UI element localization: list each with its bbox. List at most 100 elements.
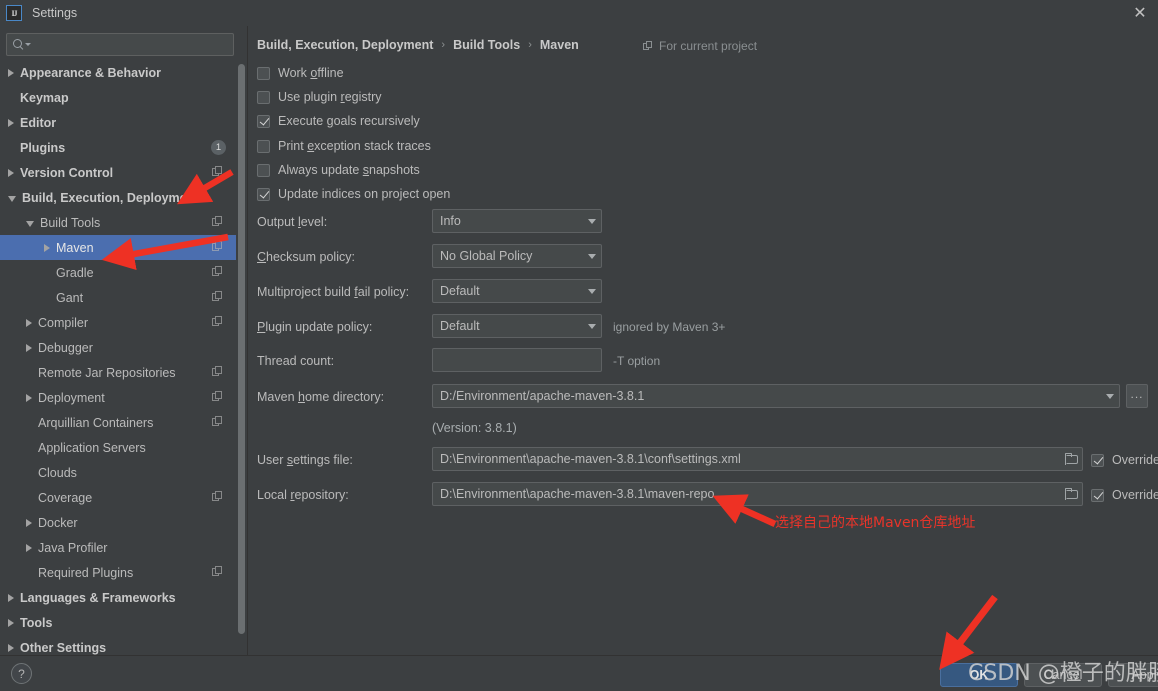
chevron-right-icon[interactable] xyxy=(26,393,32,402)
settings-tree[interactable]: Appearance & Behavior Keymap Editor Plugins… xyxy=(0,60,236,655)
sidebar-item-build-execution-deployment[interactable]: Build, Execution, Deployment xyxy=(0,185,236,210)
checkbox-icon[interactable] xyxy=(257,187,270,201)
user-settings-override-checkbox[interactable]: Override xyxy=(1091,453,1158,467)
sidebar-item-languages-frameworks[interactable]: Languages & Frameworks xyxy=(0,585,236,610)
ok-button[interactable]: OK xyxy=(940,663,1018,687)
sidebar-item-required-plugins[interactable]: Required Plugins xyxy=(0,560,236,585)
chevron-right-icon[interactable] xyxy=(26,543,32,552)
folder-icon[interactable] xyxy=(1062,448,1082,470)
folder-icon[interactable] xyxy=(1062,483,1082,505)
maven-home-select[interactable]: D:/Environment/apache-maven-3.8.1 xyxy=(432,384,1120,408)
checkbox-icon[interactable] xyxy=(1091,453,1104,467)
chevron-down-icon[interactable] xyxy=(583,280,601,302)
copy-settings-icon xyxy=(643,40,654,52)
sidebar-scrollbar[interactable] xyxy=(236,60,247,655)
chevron-down-icon[interactable] xyxy=(1101,385,1119,407)
chevron-down-icon[interactable] xyxy=(583,210,601,232)
local-repository-override-checkbox[interactable]: Override xyxy=(1091,488,1158,502)
checkbox-execute-goals-recursively[interactable]: Execute goals recursively xyxy=(257,114,420,128)
sidebar-item-maven[interactable]: Maven xyxy=(0,235,236,260)
chevron-right-icon[interactable] xyxy=(44,243,50,252)
checkbox-use-plugin-registry[interactable]: Use plugin registry xyxy=(257,90,382,104)
sidebar-item-label: Gradle xyxy=(56,265,94,280)
sidebar-item-editor[interactable]: Editor xyxy=(0,110,236,135)
sidebar-item-debugger[interactable]: Debugger xyxy=(0,335,236,360)
checkbox-label: Always update snapshots xyxy=(278,163,420,177)
sidebar-item-other-settings[interactable]: Other Settings xyxy=(0,635,236,655)
checkbox-label: Print exception stack traces xyxy=(278,139,431,153)
copy-settings-icon[interactable] xyxy=(212,216,224,228)
chevron-right-icon[interactable] xyxy=(8,618,14,627)
breadcrumb-root[interactable]: Build, Execution, Deployment xyxy=(257,38,433,52)
copy-settings-icon[interactable] xyxy=(212,316,224,328)
chevron-right-icon[interactable] xyxy=(26,518,32,527)
chevron-right-icon[interactable] xyxy=(26,318,32,327)
checkbox-print-exception-stack-traces[interactable]: Print exception stack traces xyxy=(257,139,431,153)
chevron-down-icon[interactable] xyxy=(8,195,16,202)
chevron-right-icon[interactable] xyxy=(8,118,14,127)
plugin-update-policy-select[interactable]: Default xyxy=(432,314,602,338)
sidebar-item-version-control[interactable]: Version Control xyxy=(0,160,236,185)
breadcrumb-mid[interactable]: Build Tools xyxy=(453,38,520,52)
copy-settings-icon[interactable] xyxy=(212,241,224,253)
checkbox-icon[interactable] xyxy=(1091,488,1104,502)
checksum-policy-label: Checksum policy: xyxy=(257,250,355,264)
sidebar-item-build-tools[interactable]: Build Tools xyxy=(0,210,236,235)
sidebar-item-label: Remote Jar Repositories xyxy=(38,365,176,380)
sidebar-item-docker[interactable]: Docker xyxy=(0,510,236,535)
checkbox-icon[interactable] xyxy=(257,90,270,104)
close-icon[interactable]: ✕ xyxy=(1130,3,1150,23)
search-input[interactable] xyxy=(31,37,233,52)
checkbox-update-indices-on-project-open[interactable]: Update indices on project open xyxy=(257,187,450,201)
apply-button[interactable]: Apply xyxy=(1108,663,1158,687)
thread-count-input[interactable] xyxy=(432,348,602,372)
sidebar-item-arquillian-containers[interactable]: Arquillian Containers xyxy=(0,410,236,435)
copy-settings-icon[interactable] xyxy=(212,416,224,428)
checkbox-icon[interactable] xyxy=(257,114,270,128)
scrollbar-thumb[interactable] xyxy=(238,64,245,634)
output-level-select[interactable]: Info xyxy=(432,209,602,233)
user-settings-file-input[interactable]: D:\Environment\apache-maven-3.8.1\conf\s… xyxy=(432,447,1083,471)
checkbox-icon[interactable] xyxy=(257,139,270,153)
sidebar-item-clouds[interactable]: Clouds xyxy=(0,460,236,485)
checkbox-icon[interactable] xyxy=(257,66,270,80)
chevron-right-icon[interactable] xyxy=(8,643,14,652)
help-button[interactable]: ? xyxy=(11,663,32,684)
sidebar-item-coverage[interactable]: Coverage xyxy=(0,485,236,510)
copy-settings-icon[interactable] xyxy=(212,491,224,503)
checkbox-work-offline[interactable]: Work offline xyxy=(257,66,344,80)
copy-settings-icon[interactable] xyxy=(212,266,224,278)
sidebar-item-remote-jar-repositories[interactable]: Remote Jar Repositories xyxy=(0,360,236,385)
copy-settings-icon[interactable] xyxy=(212,566,224,578)
checkbox-always-update-snapshots[interactable]: Always update snapshots xyxy=(257,163,420,177)
copy-settings-icon[interactable] xyxy=(212,391,224,403)
chevron-right-icon[interactable] xyxy=(8,168,14,177)
chevron-down-icon[interactable] xyxy=(26,220,34,227)
sidebar-item-gradle[interactable]: Gradle xyxy=(0,260,236,285)
copy-settings-icon[interactable] xyxy=(212,166,224,178)
chevron-down-icon[interactable] xyxy=(583,315,601,337)
multiproject-fail-policy-select[interactable]: Default xyxy=(432,279,602,303)
search-box[interactable] xyxy=(6,33,234,56)
sidebar-item-appearance-behavior[interactable]: Appearance & Behavior xyxy=(0,60,236,85)
sidebar-item-compiler[interactable]: Compiler xyxy=(0,310,236,335)
sidebar-item-keymap[interactable]: Keymap xyxy=(0,85,236,110)
copy-settings-icon[interactable] xyxy=(212,366,224,378)
sidebar-item-gant[interactable]: Gant xyxy=(0,285,236,310)
sidebar-item-tools[interactable]: Tools xyxy=(0,610,236,635)
copy-settings-icon[interactable] xyxy=(212,291,224,303)
maven-home-browse-button[interactable]: ... xyxy=(1126,384,1148,408)
chevron-right-icon[interactable] xyxy=(8,68,14,77)
sidebar-item-application-servers[interactable]: Application Servers xyxy=(0,435,236,460)
sidebar-item-plugins[interactable]: Plugins 1 xyxy=(0,135,236,160)
cancel-button[interactable]: Cancel xyxy=(1024,663,1102,687)
chevron-right-icon[interactable] xyxy=(26,343,32,352)
chevron-right-icon[interactable] xyxy=(8,593,14,602)
chevron-down-icon[interactable] xyxy=(583,245,601,267)
checkbox-icon[interactable] xyxy=(257,163,270,177)
window-title: Settings xyxy=(32,6,78,20)
sidebar-item-java-profiler[interactable]: Java Profiler xyxy=(0,535,236,560)
sidebar-item-deployment[interactable]: Deployment xyxy=(0,385,236,410)
local-repository-input[interactable]: D:\Environment\apache-maven-3.8.1\maven-… xyxy=(432,482,1083,506)
checksum-policy-select[interactable]: No Global Policy xyxy=(432,244,602,268)
